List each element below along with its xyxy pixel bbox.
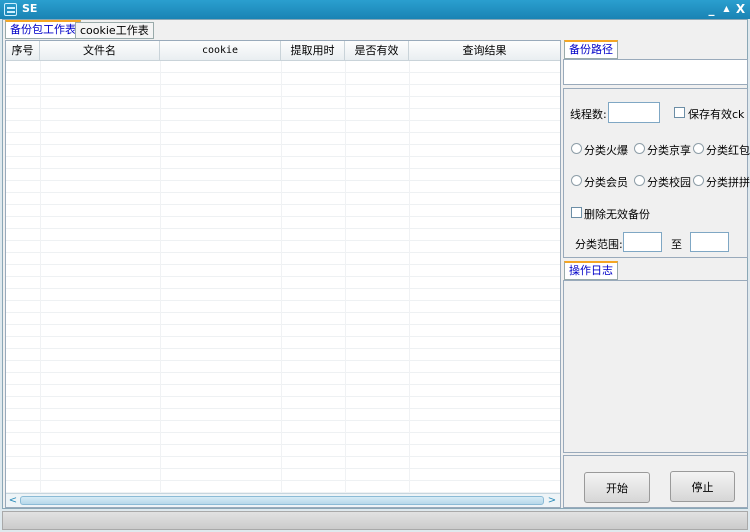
radio-member-label[interactable]: 分类会员 xyxy=(584,174,628,190)
radio-redpacket[interactable] xyxy=(693,143,704,154)
column-divider xyxy=(409,61,410,493)
delete-invalid-checkbox[interactable] xyxy=(571,207,582,218)
close-button[interactable]: X xyxy=(734,1,747,17)
title-bar: SE _ ▲ X xyxy=(0,0,750,19)
column-header-cookie[interactable]: cookie xyxy=(160,41,281,61)
start-button[interactable]: 开始 xyxy=(584,472,650,503)
window-title: SE xyxy=(22,2,38,15)
tab-backup-worksheet[interactable]: 备份包工作表 xyxy=(5,20,81,39)
radio-campus[interactable] xyxy=(634,175,645,186)
radio-redpacket-label[interactable]: 分类红包 xyxy=(706,142,750,158)
scroll-right-icon[interactable]: > xyxy=(546,495,558,506)
radio-pinpin-label[interactable]: 分类拼拼 xyxy=(706,174,750,190)
save-valid-checkbox[interactable] xyxy=(674,107,685,118)
save-valid-label[interactable]: 保存有效ck xyxy=(688,106,744,122)
scroll-left-icon[interactable]: < xyxy=(7,495,19,506)
column-divider xyxy=(345,61,346,493)
column-divider xyxy=(40,61,41,493)
range-to-input[interactable] xyxy=(690,232,729,252)
tab-operation-log[interactable]: 操作日志 xyxy=(564,261,618,280)
minimize-button[interactable]: _ xyxy=(705,1,718,17)
column-header-valid[interactable]: 是否有效 xyxy=(345,41,409,61)
column-header-extract-time[interactable]: 提取用时 xyxy=(281,41,345,61)
maximize-button[interactable]: ▲ xyxy=(720,1,733,17)
range-from-input[interactable] xyxy=(623,232,662,252)
radio-pinpin[interactable] xyxy=(693,175,704,186)
tab-backup-path[interactable]: 备份路径 xyxy=(564,40,618,59)
app-logo-icon xyxy=(4,3,17,16)
column-header-filename[interactable]: 文件名 xyxy=(40,41,160,61)
range-to-label: 至 xyxy=(671,238,682,251)
data-table[interactable]: 序号 文件名 cookie 提取用时 是否有效 查询结果 < > xyxy=(5,40,561,508)
tab-cookie-worksheet[interactable]: cookie工作表 xyxy=(75,22,154,39)
column-divider xyxy=(281,61,282,493)
right-panel: 备份路径 线程数: 保存有效ck 分类火爆 分类京享 分类红包 分类会员 分类校… xyxy=(563,40,750,508)
delete-invalid-label[interactable]: 删除无效备份 xyxy=(584,206,650,222)
horizontal-scrollbar[interactable]: < > xyxy=(6,493,560,507)
radio-member[interactable] xyxy=(571,175,582,186)
main-frame: 备份包工作表 cookie工作表 序号 文件名 cookie 提取用时 是否有效… xyxy=(2,19,750,509)
status-bar xyxy=(2,511,748,530)
log-panel xyxy=(563,280,748,453)
backup-path-input[interactable] xyxy=(563,59,748,85)
range-label: 分类范围: xyxy=(575,238,623,251)
radio-hot-label[interactable]: 分类火爆 xyxy=(584,142,628,158)
column-divider xyxy=(160,61,161,493)
threads-label: 线程数: xyxy=(570,108,607,121)
radio-jingxiang[interactable] xyxy=(634,143,645,154)
stop-button[interactable]: 停止 xyxy=(670,471,735,502)
radio-jingxiang-label[interactable]: 分类京享 xyxy=(647,142,691,158)
threads-input[interactable] xyxy=(608,102,660,123)
column-header-query-result[interactable]: 查询结果 xyxy=(409,41,560,61)
table-body[interactable] xyxy=(6,61,560,493)
radio-hot[interactable] xyxy=(571,143,582,154)
radio-campus-label[interactable]: 分类校园 xyxy=(647,174,691,190)
column-header-index[interactable]: 序号 xyxy=(6,41,40,61)
scrollbar-thumb[interactable] xyxy=(20,496,544,505)
table-header: 序号 文件名 cookie 提取用时 是否有效 查询结果 xyxy=(6,41,560,61)
